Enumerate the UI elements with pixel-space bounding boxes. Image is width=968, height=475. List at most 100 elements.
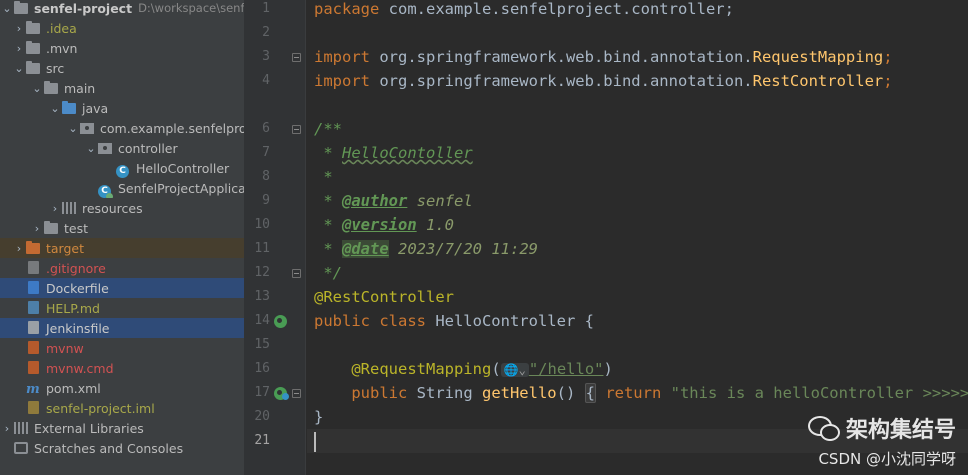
tree-item-jenkinsfile[interactable]: Jenkinsfile	[0, 318, 244, 338]
chevron-right-icon[interactable]: ›	[12, 42, 26, 55]
tree-label: Jenkinsfile	[46, 320, 110, 336]
code-line-13: @RestController	[314, 288, 454, 306]
tree-item-iml[interactable]: senfel-project.iml	[0, 398, 244, 418]
watermark: 架构集结号 CSDN @小沈同学呀	[807, 412, 956, 469]
tree-item-hello-controller[interactable]: C HelloController	[0, 158, 244, 178]
code-line-10: * @version 1.0	[314, 216, 454, 234]
chevron-right-icon[interactable]: ›	[48, 202, 62, 215]
tree-label: target	[46, 240, 85, 256]
chevron-right-icon[interactable]: ›	[30, 222, 44, 235]
code-line-20: }	[314, 408, 324, 426]
line-number: 17	[254, 385, 270, 400]
fold-marker-icon[interactable]	[292, 389, 301, 398]
chevron-down-icon[interactable]: ⌄	[12, 62, 26, 75]
tree-label: Scratches and Consoles	[34, 440, 184, 456]
code-line-6: /**	[314, 120, 342, 138]
maven-icon: m	[26, 382, 40, 397]
tree-label: resources	[82, 200, 143, 216]
tree-item-java[interactable]: ⌄ java	[0, 98, 244, 118]
code-line-12: */	[314, 264, 342, 282]
fold-marker-icon[interactable]	[292, 269, 301, 278]
line-number: 3	[262, 49, 270, 64]
tree-item-mvnw-cmd[interactable]: mvnw.cmd	[0, 358, 244, 378]
tree-item-src[interactable]: ⌄ src	[0, 58, 244, 78]
text-file-icon	[26, 321, 42, 335]
tree-label: src	[46, 60, 65, 76]
tree-label: com.example.senfelproje	[100, 120, 244, 136]
tree-item-idea[interactable]: › .idea	[0, 18, 244, 38]
gitignore-file-icon	[26, 261, 42, 275]
spring-bean-gutter-icon[interactable]	[274, 315, 287, 328]
line-number: 13	[254, 289, 270, 304]
tree-item-pom[interactable]: m pom.xml	[0, 378, 244, 398]
wechat-icon	[807, 416, 840, 441]
watermark-subtitle: CSDN @小沈同学呀	[818, 450, 956, 468]
tree-label: test	[64, 220, 89, 236]
code-line-16: @RequestMapping(🌐⌄ "/hello")	[351, 360, 613, 378]
tree-item-package[interactable]: ⌄ com.example.senfelproje	[0, 118, 244, 138]
line-number: 16	[254, 361, 270, 376]
tree-label: SenfelProjectApplicat	[118, 180, 244, 196]
tree-item-dockerfile[interactable]: Dockerfile	[0, 278, 244, 298]
tree-item-mvn[interactable]: › .mvn	[0, 38, 244, 58]
chevron-right-icon[interactable]: ›	[0, 422, 14, 435]
chevron-down-icon[interactable]: ⌄	[48, 102, 62, 115]
folder-icon	[26, 61, 42, 75]
project-name: senfel-project	[34, 0, 133, 16]
code-line-9: * @author senfel	[314, 192, 473, 210]
tree-label: mvnw.cmd	[46, 360, 114, 376]
java-class-icon: C	[116, 161, 132, 178]
chevron-down-icon[interactable]: ⌄	[84, 142, 98, 155]
tree-item-controller[interactable]: ⌄ controller	[0, 138, 244, 158]
text-caret	[314, 432, 316, 452]
folded-code-brace[interactable]: {	[584, 383, 596, 403]
chevron-down-icon[interactable]: ⌄	[66, 122, 80, 135]
project-tree: ⌄ senfel-project D:\workspace\senfel- › …	[0, 0, 244, 475]
tree-label: .mvn	[46, 40, 78, 56]
code-line-14: public class HelloController {	[314, 312, 594, 330]
package-icon	[80, 121, 96, 135]
tree-label: java	[82, 100, 109, 116]
module-folder-icon	[14, 1, 30, 15]
tree-item-mvnw[interactable]: mvnw	[0, 338, 244, 358]
resources-folder-icon	[62, 201, 78, 215]
tree-item-app-class[interactable]: C SenfelProjectApplicat	[0, 178, 244, 198]
library-icon	[14, 421, 30, 435]
chevron-right-icon[interactable]: ›	[12, 242, 26, 255]
tree-label: senfel-project.iml	[46, 400, 155, 416]
docker-file-icon	[26, 281, 42, 295]
spring-boot-class-icon: C	[98, 181, 114, 198]
tree-item-gitignore[interactable]: .gitignore	[0, 258, 244, 278]
line-number: 7	[262, 145, 270, 160]
line-number: 9	[262, 193, 270, 208]
folder-icon	[44, 221, 60, 235]
tree-item-help[interactable]: HELP.md	[0, 298, 244, 318]
tree-item-main[interactable]: ⌄ main	[0, 78, 244, 98]
tree-item-test[interactable]: › test	[0, 218, 244, 238]
tree-item-target[interactable]: › target	[0, 238, 244, 258]
url-inlay-hint-icon[interactable]: 🌐⌄	[500, 363, 529, 377]
tree-item-project-root[interactable]: ⌄ senfel-project D:\workspace\senfel-	[0, 0, 244, 18]
scratches-icon	[14, 441, 30, 455]
code-editor[interactable]: package com.example.senfelproject.contro…	[307, 0, 968, 475]
tree-label: .gitignore	[46, 260, 106, 276]
tree-label: Dockerfile	[46, 280, 109, 296]
tree-item-external-libraries[interactable]: › External Libraries	[0, 418, 244, 438]
markdown-file-icon	[26, 301, 42, 315]
tree-item-scratches[interactable]: Scratches and Consoles	[0, 438, 244, 458]
fold-marker-icon[interactable]	[292, 53, 301, 62]
line-number: 2	[262, 25, 270, 40]
watermark-title: 架构集结号	[845, 418, 956, 443]
tree-label: main	[64, 80, 96, 96]
line-number-current: 21	[254, 433, 270, 448]
tree-label: controller	[118, 140, 178, 156]
chevron-down-icon[interactable]: ⌄	[0, 2, 14, 15]
editor-gutter[interactable]: 1 2 3 4 6 7 8 9 10 11 12 13 14 15 16 17 …	[244, 0, 306, 475]
line-number: 8	[262, 169, 270, 184]
chevron-right-icon[interactable]: ›	[12, 22, 26, 35]
fold-marker-icon[interactable]	[292, 125, 301, 134]
line-number: 12	[254, 265, 270, 280]
tree-item-resources[interactable]: › resources	[0, 198, 244, 218]
line-number: 15	[254, 337, 270, 352]
chevron-down-icon[interactable]: ⌄	[30, 82, 44, 95]
